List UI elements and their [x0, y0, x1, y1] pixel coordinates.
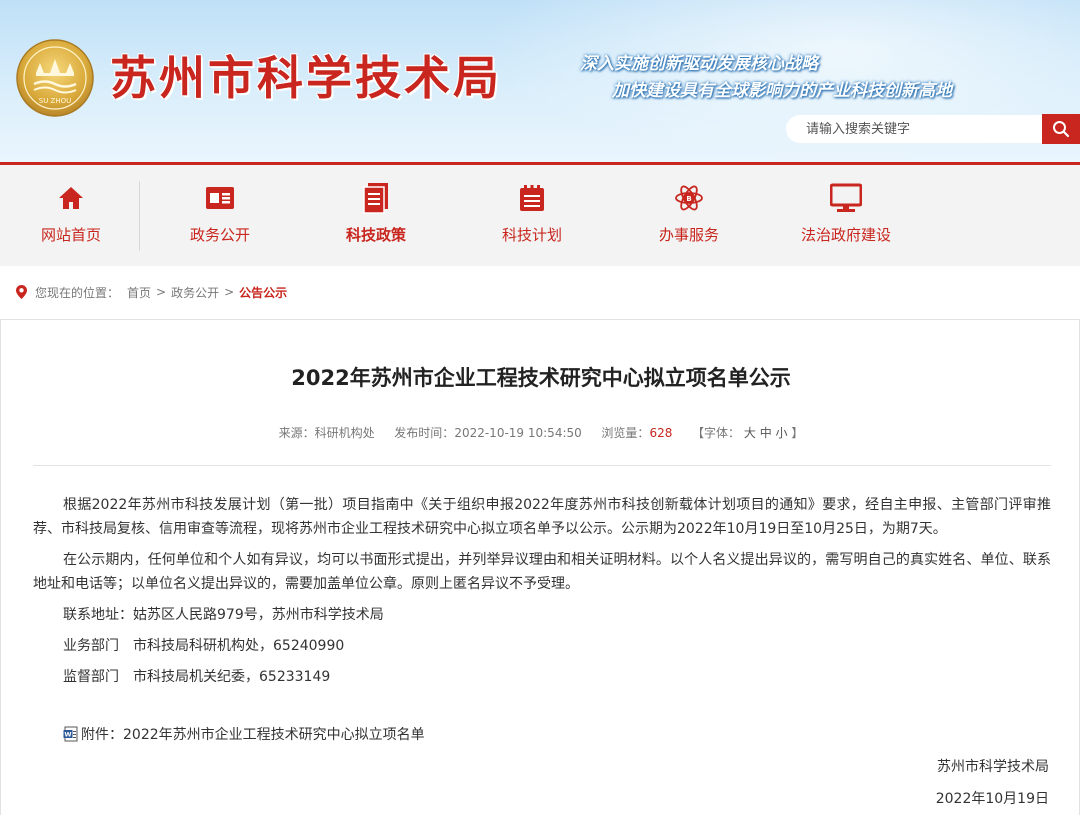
document-stack-icon — [363, 183, 388, 214]
breadcrumb-prefix: 您现在的位置： — [35, 285, 120, 300]
source-label: 来源： — [278, 426, 315, 440]
main-nav: 网站首页 政务公开 科技政策 科技计划 B 办事服务 法治政府建设 — [0, 162, 1080, 266]
nav-label: 科技计划 — [501, 226, 562, 244]
nav-label: 网站首页 — [40, 226, 101, 244]
article-title: 2022年苏州市企业工程技术研究中心拟立项名单公示 — [291, 366, 791, 390]
calendar-list-icon — [520, 185, 544, 211]
views-label: 浏览量： — [601, 426, 650, 440]
home-icon — [59, 187, 83, 209]
source-value: 科研机构处 — [314, 426, 375, 440]
word-document-icon: W — [63, 726, 78, 742]
published-label: 发布时间： — [394, 426, 455, 440]
breadcrumb-separator: > — [156, 285, 167, 299]
nav-label: 办事服务 — [658, 226, 719, 244]
svg-text:SU ZHOU: SU ZHOU — [39, 97, 71, 105]
font-size-large-button[interactable]: 大 — [744, 426, 756, 440]
font-size-small-button[interactable]: 小 — [776, 426, 788, 440]
sign-date: 2022年10月19日 — [935, 791, 1049, 807]
nav-item-home[interactable]: 网站首页 — [30, 165, 112, 266]
nav-item-services[interactable]: B 办事服务 — [648, 165, 730, 266]
breadcrumb-current-link[interactable]: 公告公示 — [239, 284, 287, 301]
svg-text:B: B — [686, 195, 691, 203]
id-card-icon — [206, 187, 234, 209]
site-header: SU ZHOU 苏州市科学技术局 深入实施创新驱动发展核心战略 加快建设具有全球… — [0, 0, 1080, 162]
font-size-label: 【字体： — [692, 426, 741, 440]
contact-address: 联系地址：姑苏区人民路979号，苏州市科学技术局 — [63, 607, 384, 623]
nav-label: 政务公开 — [189, 226, 250, 244]
nav-item-tech-plan[interactable]: 科技计划 — [491, 165, 573, 266]
nav-item-gov-affairs[interactable]: 政务公开 — [179, 165, 261, 266]
slogan-line-1: 深入实施创新驱动发展核心战略 — [580, 54, 818, 74]
attachment-link[interactable]: W 附件：2022年苏州市企业工程技术研究中心拟立项名单 — [63, 724, 425, 744]
article-panel: 2022年苏州市企业工程技术研究中心拟立项名单公示 来源：科研机构处 发布时间：… — [0, 319, 1080, 815]
nav-label: 科技政策 — [345, 226, 406, 244]
location-pin-icon — [16, 285, 27, 299]
svg-text:W: W — [64, 731, 71, 739]
nav-item-tech-policy[interactable]: 科技政策 — [335, 165, 417, 266]
search-button[interactable] — [1042, 114, 1080, 144]
font-size-medium-button[interactable]: 中 — [760, 426, 772, 440]
site-title[interactable]: 苏州市科学技术局 — [110, 48, 502, 108]
article-body: 根据2022年苏州市科技发展计划（第一批）项目指南中《关于组织申报2022年度苏… — [33, 493, 1051, 696]
signature: 苏州市科学技术局 — [937, 759, 1049, 775]
nav-label: 法治政府建设 — [800, 226, 891, 244]
atom-icon: B — [675, 185, 703, 211]
nav-divider — [139, 181, 140, 251]
article-meta: 来源：科研机构处 发布时间：2022-10-19 10:54:50 浏览量：62… — [1, 424, 1080, 441]
breadcrumb-gov-affairs-link[interactable]: 政务公开 — [171, 284, 219, 301]
breadcrumb-separator: > — [224, 285, 235, 299]
title-divider — [33, 465, 1051, 466]
suzhou-logo[interactable]: SU ZHOU — [16, 39, 94, 117]
slogan-line-2: 加快建设具有全球影响力的产业科技创新高地 — [612, 81, 952, 101]
search-icon — [1053, 121, 1070, 138]
font-size-close: 】 — [791, 426, 804, 440]
body-paragraph: 根据2022年苏州市科技发展计划（第一批）项目指南中《关于组织申报2022年度苏… — [33, 497, 1051, 537]
attachment-text: 附件：2022年苏州市企业工程技术研究中心拟立项名单 — [81, 727, 425, 743]
breadcrumb-home-link[interactable]: 首页 — [127, 284, 151, 301]
monitor-icon — [830, 183, 862, 212]
published-value: 2022-10-19 10:54:50 — [454, 426, 582, 440]
supervision-department: 监督部门 市科技局机关纪委，65233149 — [63, 669, 331, 685]
nav-item-rule-of-law[interactable]: 法治政府建设 — [797, 165, 895, 266]
search-input[interactable] — [786, 115, 1042, 143]
body-paragraph: 在公示期内，任何单位和个人如有异议，均可以书面形式提出，并列举异议理由和相关证明… — [33, 552, 1051, 592]
business-department: 业务部门 市科技局科研机构处，65240990 — [63, 638, 345, 654]
views-count: 628 — [649, 426, 673, 440]
breadcrumb: 您现在的位置： 首页 > 政务公开 > 公告公示 — [16, 283, 287, 301]
